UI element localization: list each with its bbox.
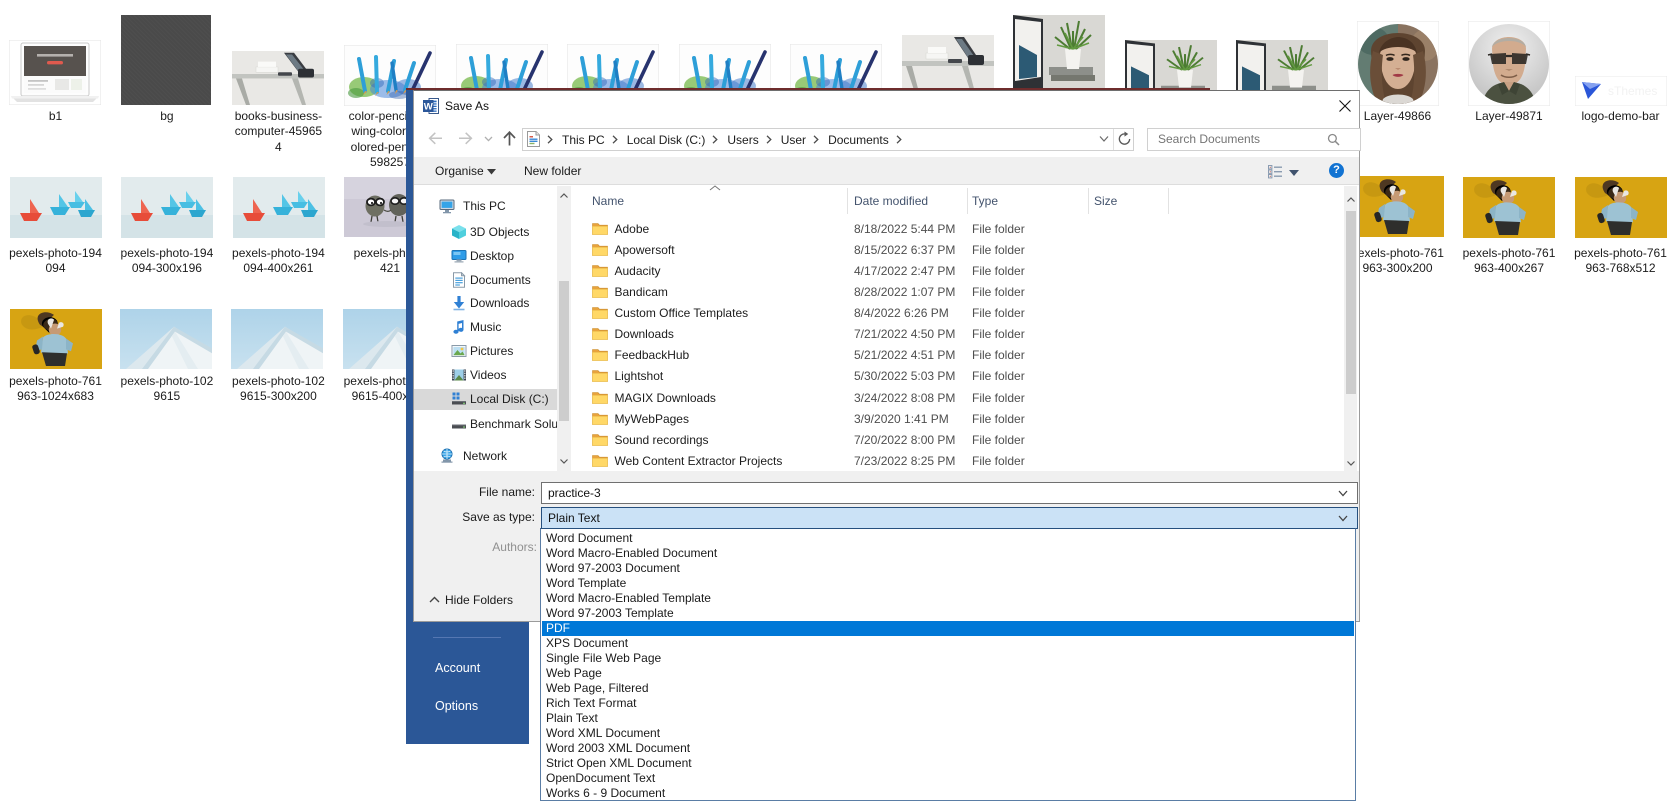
svg-text:W: W — [424, 102, 434, 113]
svg-text:sThemes: sThemes — [1608, 84, 1657, 98]
